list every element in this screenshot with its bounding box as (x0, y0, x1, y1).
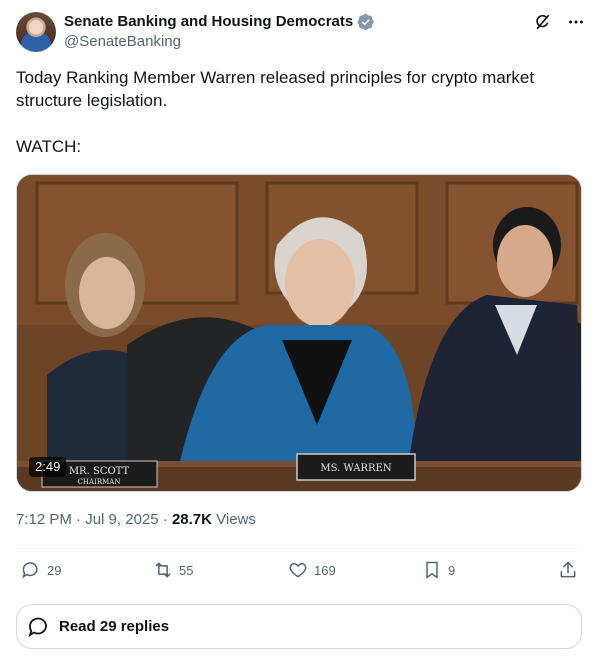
read-replies-button[interactable]: Read 29 replies (16, 604, 582, 649)
views-count: 28.7K (171, 511, 212, 528)
share-button[interactable] (558, 560, 578, 580)
share-icon (560, 561, 576, 578)
name-row: Senate Banking and Housing Democrats (64, 13, 375, 31)
avatar[interactable] (16, 12, 56, 52)
like-button[interactable]: 169 (288, 560, 336, 580)
grok-icon[interactable] (532, 12, 552, 32)
reply-icon (22, 562, 38, 579)
header-actions (532, 12, 586, 32)
tweet-meta: 7:12 PM · Jul 9, 2025 · 28.7K Views (16, 510, 256, 530)
video-player[interactable]: MR. SCOTT CHAIRMAN MS. WARREN 2:49 (16, 174, 582, 492)
tweet-time[interactable]: 7:12 PM (16, 511, 72, 528)
bookmark-button[interactable]: 9 (422, 560, 455, 580)
video-duration: 2:49 (29, 457, 67, 477)
tweet-date[interactable]: Jul 9, 2025 (85, 511, 158, 528)
video-thumbnail: MR. SCOTT CHAIRMAN MS. WARREN (17, 175, 581, 491)
read-replies-label: Read 29 replies (59, 618, 170, 635)
repost-icon (155, 562, 171, 578)
handle[interactable]: @SenateBanking (64, 32, 375, 52)
bookmark-count: 9 (448, 562, 456, 578)
repost-count: 55 (179, 562, 194, 578)
views-label: Views (216, 511, 256, 528)
nameplate-left: MR. SCOTT (69, 466, 130, 477)
tweet-header: Senate Banking and Housing Democrats @Se… (16, 12, 586, 54)
divider (16, 548, 582, 549)
tweet-text: Today Ranking Member Warren released pri… (16, 68, 535, 156)
more-icon[interactable] (566, 12, 586, 32)
reply-button[interactable]: 29 (21, 560, 61, 580)
like-count: 169 (314, 562, 336, 578)
verified-badge-icon (357, 13, 375, 31)
bookmark-icon (426, 561, 438, 579)
display-name[interactable]: Senate Banking and Housing Democrats (64, 13, 353, 31)
action-bar: 29 55 169 9 (16, 560, 582, 586)
nameplate-center: MS. WARREN (320, 463, 391, 474)
author-block: Senate Banking and Housing Democrats @Se… (64, 13, 375, 52)
reply-bubble-icon (28, 617, 47, 637)
reply-count: 29 (47, 562, 62, 578)
nameplate-left-sub: CHAIRMAN (78, 478, 121, 486)
meta-separator-2: · (162, 511, 168, 528)
meta-separator: · (76, 511, 82, 528)
heart-icon (289, 562, 307, 578)
repost-button[interactable]: 55 (153, 560, 193, 580)
